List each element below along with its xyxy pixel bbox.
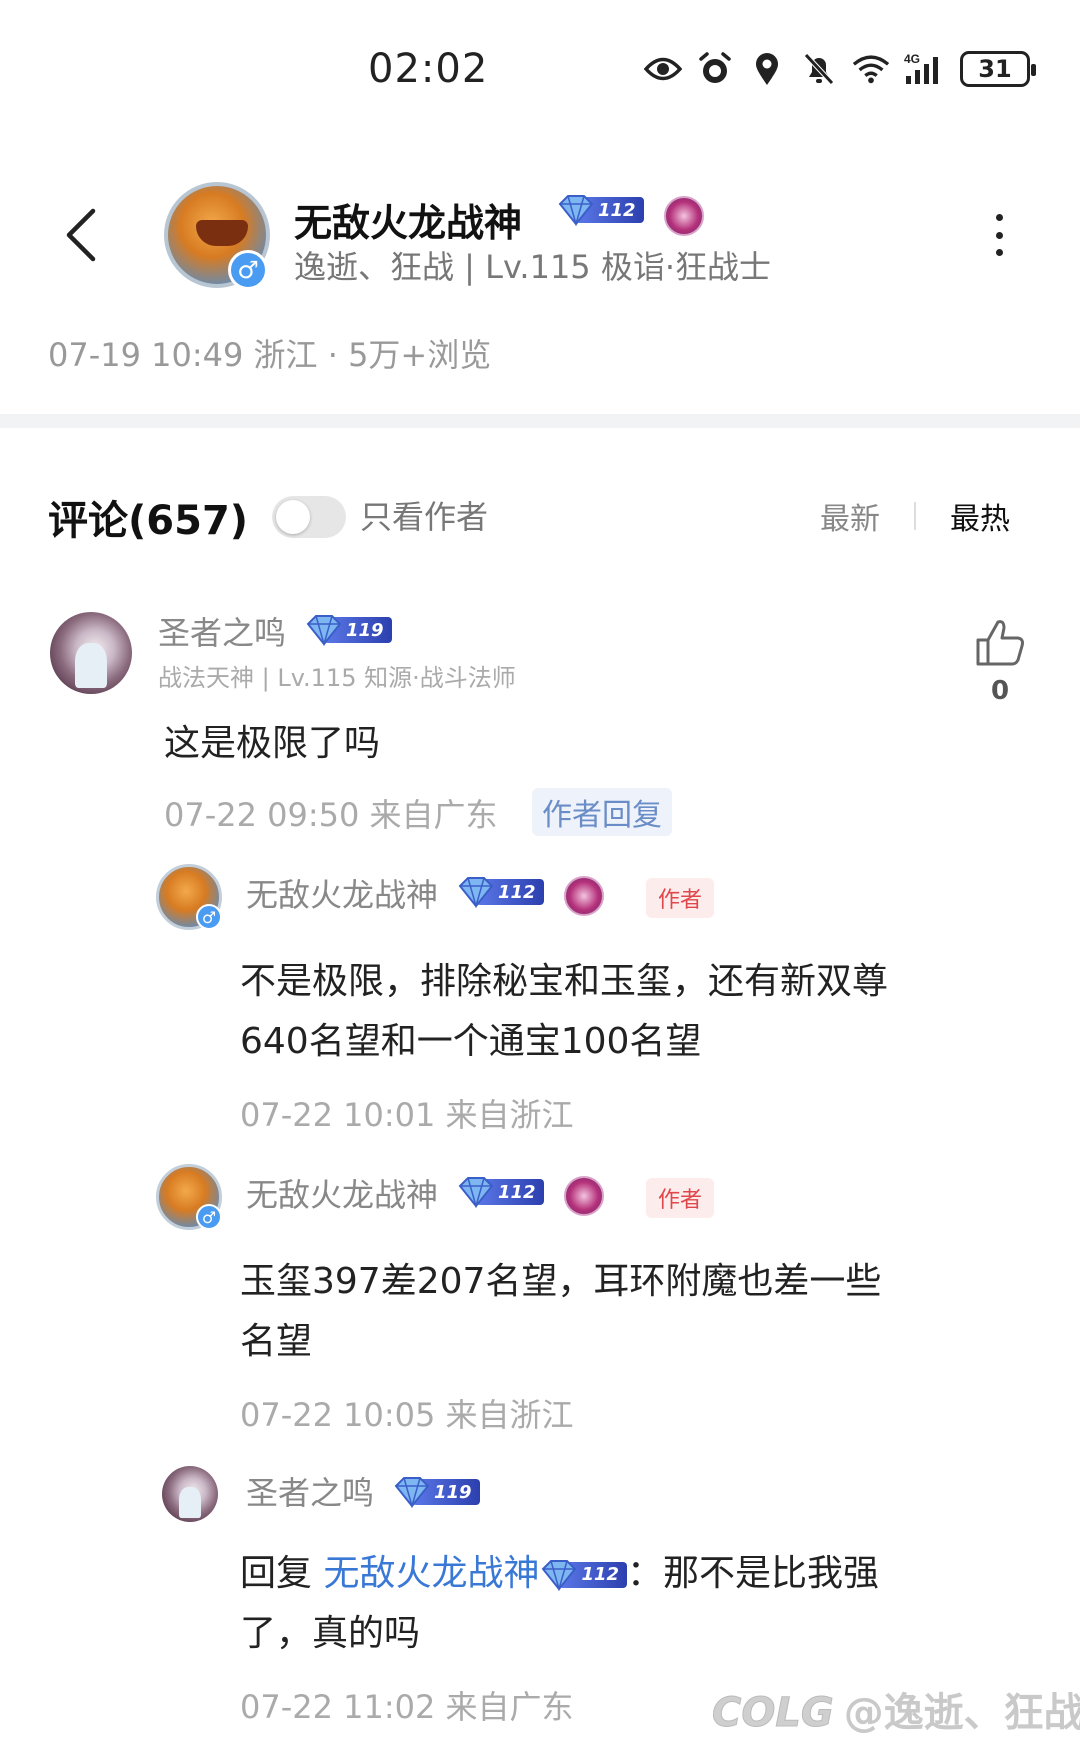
reply-text-line: 不是极限，排除秘宝和玉玺，还有新双尊 [240,961,889,1002]
post-author-header: ♂ 无敌火龙战神 112 逸逝、狂战 | Lv.115 极诣·狂战士 [0,170,1080,310]
section-divider [0,414,1080,428]
reply-meta: 07-22 10:01 来自浙江 [240,1096,574,1134]
signal-4g-icon: 4G [904,50,946,88]
commenter-name[interactable]: 圣者之鸣 [158,608,286,654]
comment-text: 这是极限了吗 [164,723,381,764]
reply-user-name[interactable]: 无敌火龙战神 [246,870,438,916]
dot-icon [995,231,1003,239]
reply-text-line: 名望 [240,1321,313,1362]
sort-hot-tab[interactable]: 最热 [950,494,1010,538]
comment-meta: 07-22 09:50 来自广东 [164,796,498,834]
status-icons: 4G 31 [644,50,1036,88]
level-badge: 119 [392,1476,480,1508]
reply-prefix: 回复 [240,1553,324,1594]
author-reply-tag: 作者回复 [532,788,672,836]
only-author-toggle[interactable] [272,496,346,538]
like-count: 0 [990,676,1010,706]
guild-emblem-icon [564,1176,604,1216]
comments-title: 评论(657) [48,498,249,544]
diamond-icon [542,1560,577,1591]
watermark-text: @逸逝、狂战 [843,1690,1080,1736]
watermark-logo: COLG [712,1690,835,1737]
diamond-icon [558,195,594,226]
sort-newest-tab[interactable]: 最新 [820,494,880,538]
status-time: 02:02 [368,46,489,92]
level-badge: 112 [456,876,544,908]
reply-meta: 07-22 11:02 来自广东 [240,1688,574,1726]
commenter-subtitle: 战法天神 | Lv.115 知源·战斗法师 [158,664,516,692]
guild-emblem-icon [564,876,604,916]
reply-text-rest: ：那不是比我强 [627,1553,880,1594]
diamond-icon [458,877,494,908]
level-badge: 112 [556,194,644,226]
mention-link[interactable]: 无敌火龙战神 [323,1553,539,1594]
svg-text:4G: 4G [904,52,920,66]
thumbs-up-icon[interactable] [972,614,1028,670]
reply-avatar[interactable] [162,1466,218,1522]
location-icon [748,50,786,88]
reply-text-line: 640名望和一个通宝100名望 [240,1021,702,1062]
watermark: COLG @逸逝、狂战 [712,1680,1080,1738]
author-tag: 作者 [646,1178,715,1218]
diamond-icon [306,615,342,646]
reply-user-name[interactable]: 圣者之鸣 [246,1468,374,1514]
bell-off-icon [800,50,838,88]
eye-icon [644,50,682,88]
dot-icon [995,249,1003,256]
only-author-label[interactable]: 只看作者 [360,492,488,538]
reply-text-line: 回复 无敌火龙战神 112 ：那不是比我强 [240,1544,879,1604]
back-button[interactable] [50,200,110,270]
reply-meta: 07-22 10:05 来自浙江 [240,1396,574,1434]
author-subtitle: 逸逝、狂战 | Lv.115 极诣·狂战士 [294,248,772,286]
wifi-icon [852,50,890,88]
male-icon: ♂ [228,250,268,290]
diamond-icon [394,1477,430,1508]
diamond-icon [458,1177,494,1208]
author-tag: 作者 [646,878,715,918]
level-badge: 112 [539,1559,628,1591]
reply-text-line: 玉玺397差207名望，耳环附魔也差一些 [240,1261,882,1302]
more-options-button[interactable] [984,210,1014,260]
author-name[interactable]: 无敌火龙战神 [294,192,522,247]
male-icon: ♂ [196,904,222,930]
reply-text-line: 了，真的吗 [240,1613,421,1654]
sort-separator [914,502,916,530]
post-meta: 07-19 10:49 浙江 · 5万+浏览 [48,336,492,374]
comments-header: 评论(657) 只看作者 最新 最热 [0,480,1080,550]
guild-emblem-icon [664,196,704,236]
dot-icon [995,214,1003,221]
chevron-left-icon [66,208,96,262]
alarm-icon [696,50,734,88]
level-badge: 119 [304,614,392,646]
male-icon: ♂ [196,1204,222,1230]
status-bar: 02:02 4G 31 [0,0,1080,140]
reply-user-name[interactable]: 无敌火龙战神 [246,1170,438,1216]
level-badge: 112 [456,1176,544,1208]
commenter-avatar[interactable] [50,612,132,694]
battery-indicator: 31 [960,51,1036,87]
